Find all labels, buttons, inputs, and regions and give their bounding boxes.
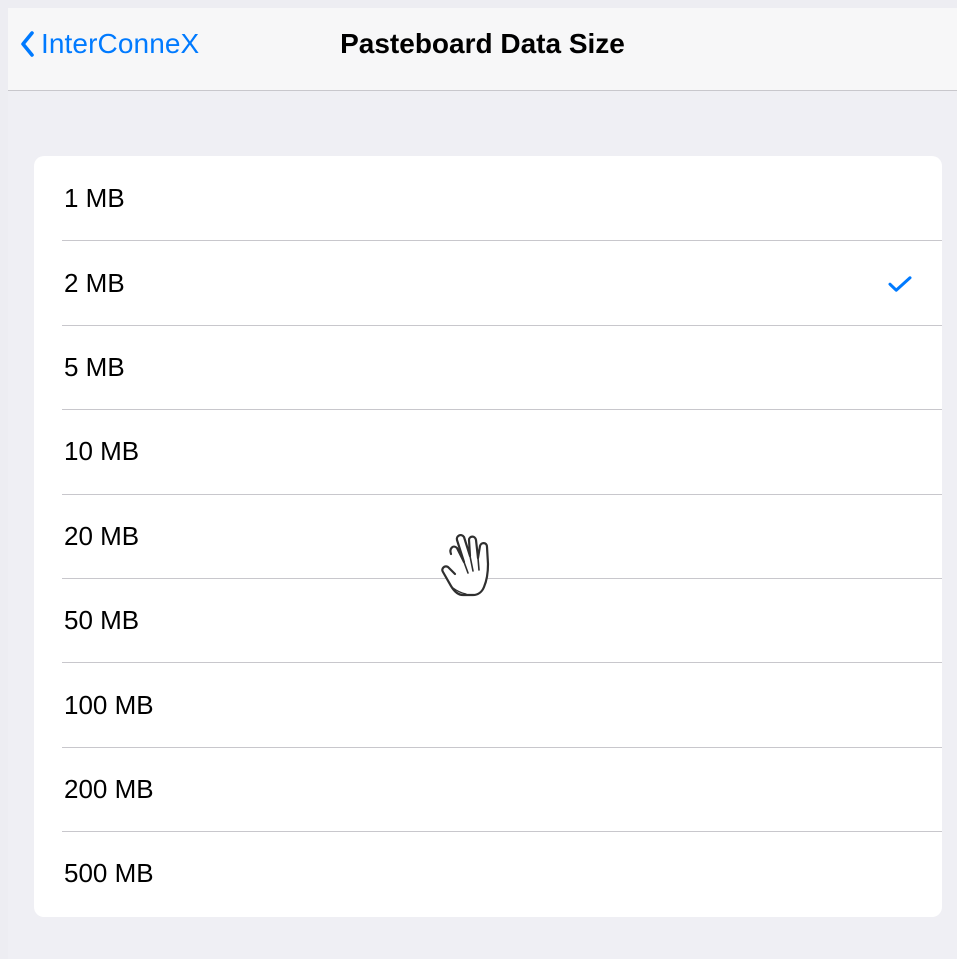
hand-pointer-icon: [441, 534, 490, 597]
settings-page: InterConneX Pasteboard Data Size 1 MB 2 …: [8, 8, 957, 959]
navigation-bar: InterConneX Pasteboard Data Size: [8, 8, 957, 91]
list-item-label: 2 MB: [64, 267, 125, 298]
page-title: Pasteboard Data Size: [340, 28, 625, 59]
list-item-label: 20 MB: [64, 520, 140, 551]
list-item-label: 500 MB: [64, 858, 154, 889]
list-item-2-mb[interactable]: 2 MB: [34, 240, 942, 324]
list-item-5-mb[interactable]: 5 MB: [34, 324, 942, 409]
list-item-label: 50 MB: [64, 605, 140, 636]
checkmark-icon: [888, 275, 912, 292]
list-item-500-mb[interactable]: 500 MB: [34, 831, 942, 915]
list-item-200-mb[interactable]: 200 MB: [34, 746, 942, 831]
list-item-label: 100 MB: [64, 689, 154, 720]
list-item-label: 200 MB: [64, 773, 154, 804]
list-item-10-mb[interactable]: 10 MB: [34, 409, 942, 493]
list-item-label: 5 MB: [64, 351, 125, 382]
list-item-1-mb[interactable]: 1 MB: [34, 156, 942, 240]
list-item-label: 10 MB: [64, 436, 140, 467]
list-item-label: 1 MB: [64, 183, 125, 214]
list-item-100-mb[interactable]: 100 MB: [34, 662, 942, 746]
